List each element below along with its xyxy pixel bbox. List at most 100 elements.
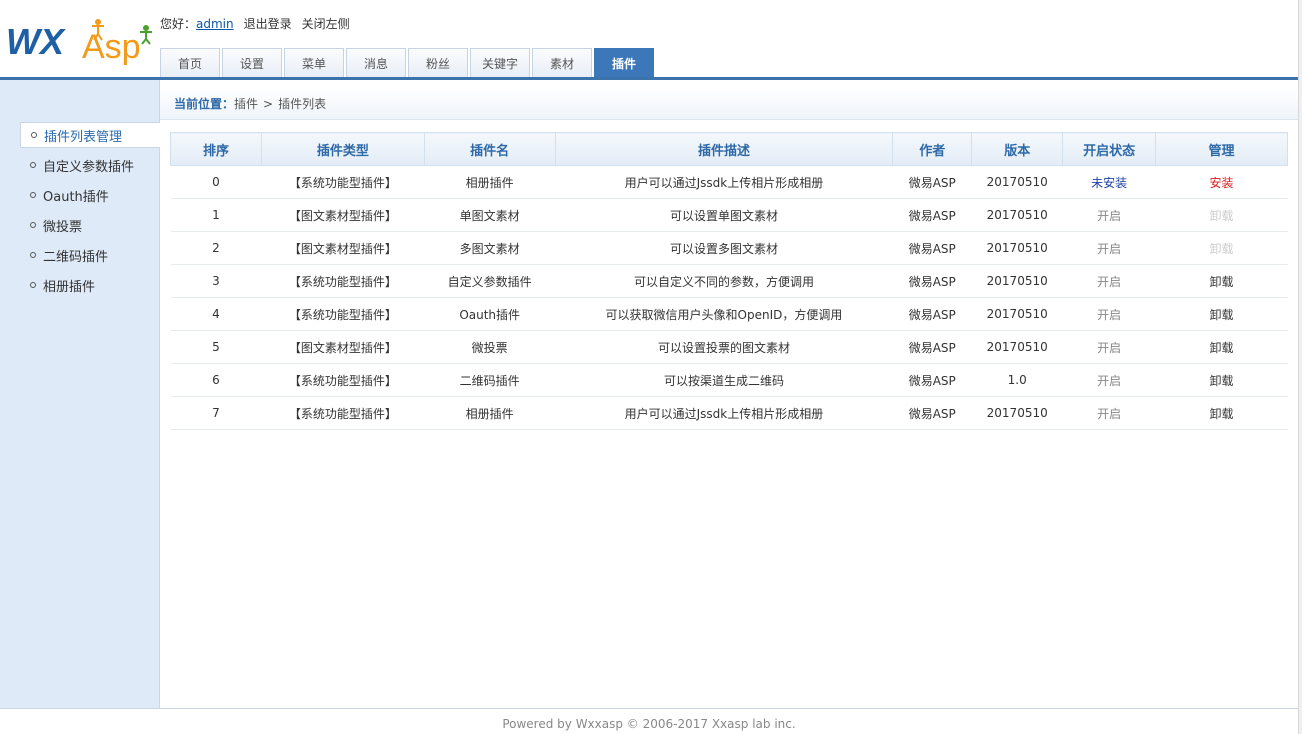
cell-version: 20170510 bbox=[971, 330, 1063, 364]
cell-status: 开启 bbox=[1062, 297, 1156, 331]
tab-menu[interactable]: 菜单 bbox=[284, 48, 344, 78]
close-left-link[interactable]: 关闭左侧 bbox=[302, 17, 350, 31]
cell-name: 微投票 bbox=[424, 330, 556, 364]
header: WX Asp 您好：admin 退出登录 关闭左侧 首页 设置 菜单 消息 粉丝 关… bbox=[0, 0, 1298, 80]
cell-type: 【系统功能型插件】 bbox=[261, 297, 425, 331]
cell-status: 开启 bbox=[1062, 198, 1156, 232]
cell-type: 【图文素材型插件】 bbox=[261, 330, 425, 364]
bullet-icon bbox=[30, 252, 36, 258]
bullet-icon bbox=[30, 192, 36, 198]
table-header-row: 排序 插件类型 插件名 插件描述 作者 版本 开启状态 管理 bbox=[170, 132, 1288, 166]
breadcrumb-plugins[interactable]: 插件 bbox=[234, 95, 258, 112]
uninstall-button[interactable]: 卸载 bbox=[1155, 363, 1288, 397]
greeting-label: 您好： bbox=[160, 17, 197, 31]
cell-status: 开启 bbox=[1062, 396, 1156, 430]
username-link[interactable]: admin bbox=[196, 17, 234, 31]
tab-plugins[interactable]: 插件 bbox=[594, 48, 654, 78]
cell-description: 可以设置多图文素材 bbox=[555, 231, 893, 265]
cell-author: 微易ASP bbox=[892, 396, 972, 430]
sidebar-item-vote[interactable]: 微投票 bbox=[20, 212, 160, 238]
cell-order: 2 bbox=[170, 231, 262, 265]
footer: Powered by Wxxasp © 2006-2017 Xxasp lab … bbox=[0, 708, 1298, 734]
tab-home[interactable]: 首页 bbox=[160, 48, 220, 78]
cell-order: 1 bbox=[170, 198, 262, 232]
cell-type: 【系统功能型插件】 bbox=[261, 165, 425, 199]
cell-type: 【系统功能型插件】 bbox=[261, 363, 425, 397]
cell-version: 20170510 bbox=[971, 396, 1063, 430]
cell-order: 6 bbox=[170, 363, 262, 397]
window-edge bbox=[1298, 0, 1302, 734]
sidebar-item-label: 插件列表管理 bbox=[44, 129, 123, 145]
cell-order: 0 bbox=[170, 165, 262, 199]
tab-keywords[interactable]: 关键字 bbox=[470, 48, 530, 78]
app-window: WX Asp 您好：admin 退出登录 关闭左侧 首页 设置 菜单 消息 粉丝 关… bbox=[0, 0, 1302, 734]
breadcrumb-label: 当前位置： bbox=[174, 97, 235, 111]
cell-author: 微易ASP bbox=[892, 165, 972, 199]
cell-status: 开启 bbox=[1062, 363, 1156, 397]
cell-status: 开启 bbox=[1062, 330, 1156, 364]
sidebar-item-custom-params[interactable]: 自定义参数插件 bbox=[20, 152, 160, 178]
table-row: 3 【系统功能型插件】 自定义参数插件 可以自定义不同的参数，方便调用 微易ASP 201… bbox=[170, 264, 1288, 298]
uninstall-button[interactable]: 卸载 bbox=[1155, 198, 1288, 232]
tab-fans[interactable]: 粉丝 bbox=[408, 48, 468, 78]
uninstall-button[interactable]: 卸载 bbox=[1155, 396, 1288, 430]
uninstall-button[interactable]: 卸载 bbox=[1155, 330, 1288, 364]
cell-author: 微易ASP bbox=[892, 297, 972, 331]
table-row: 7 【系统功能型插件】 相册插件 用户可以通过Jssdk上传相片形成相册 微易ASP 20… bbox=[170, 396, 1288, 430]
table-row: 1 【图文素材型插件】 单图文素材 可以设置单图文素材 微易ASP 20170510 开启卸… bbox=[170, 198, 1288, 232]
breadcrumb-plugin-list: 插件列表 bbox=[278, 97, 327, 111]
column-header-name: 插件名 bbox=[423, 132, 556, 166]
install-button[interactable]: 安装 bbox=[1155, 165, 1288, 199]
cell-name: Oauth插件 bbox=[424, 297, 556, 331]
logo-wx-text: WX bbox=[6, 21, 66, 62]
cell-status: 开启 bbox=[1062, 264, 1156, 298]
column-header-order: 排序 bbox=[170, 132, 262, 166]
cell-name: 多图文素材 bbox=[424, 231, 556, 265]
cell-description: 用户可以通过Jssdk上传相片形成相册 bbox=[555, 396, 893, 430]
cell-author: 微易ASP bbox=[892, 198, 972, 232]
cell-version: 1.0 bbox=[971, 363, 1063, 397]
cell-type: 【图文素材型插件】 bbox=[261, 231, 425, 265]
table-row: 2 【图文素材型插件】 多图文素材 可以设置多图文素材 微易ASP 20170510 开启卸… bbox=[170, 231, 1288, 265]
uninstall-button[interactable]: 卸载 bbox=[1155, 264, 1288, 298]
column-header-status: 开启状态 bbox=[1062, 132, 1157, 166]
table-row: 5 【图文素材型插件】 微投票 可以设置投票的图文素材 微易ASP 20170510 开启卸… bbox=[170, 330, 1288, 364]
tab-settings[interactable]: 设置 bbox=[222, 48, 282, 78]
sidebar-item-oauth[interactable]: Oauth插件 bbox=[20, 182, 160, 208]
sidebar-item-label: 自定义参数插件 bbox=[43, 159, 135, 175]
cell-description: 可以设置单图文素材 bbox=[555, 198, 893, 232]
cell-version: 20170510 bbox=[971, 297, 1063, 331]
cell-version: 20170510 bbox=[971, 198, 1063, 232]
tab-materials[interactable]: 素材 bbox=[532, 48, 592, 78]
column-header-type: 插件类型 bbox=[260, 132, 425, 166]
breadcrumb: 当前位置： 插件 > 插件列表 bbox=[160, 88, 1298, 120]
column-header-author: 作者 bbox=[892, 132, 973, 166]
cell-order: 3 bbox=[170, 264, 262, 298]
cell-name: 二维码插件 bbox=[424, 363, 556, 397]
sidebar-item-plugin-list[interactable]: 插件列表管理 bbox=[20, 122, 160, 148]
tab-messages[interactable]: 消息 bbox=[346, 48, 406, 78]
sidebar-item-label: 相册插件 bbox=[43, 279, 96, 295]
main-content: 当前位置： 插件 > 插件列表 排序 插件类型 插件名 插件描述 作者 版本 开… bbox=[160, 80, 1298, 708]
sidebar-item-label: Oauth插件 bbox=[43, 189, 109, 205]
logout-link[interactable]: 退出登录 bbox=[244, 17, 292, 31]
breadcrumb-separator: > bbox=[263, 96, 274, 111]
cell-description: 用户可以通过Jssdk上传相片形成相册 bbox=[555, 165, 893, 199]
cell-name: 相册插件 bbox=[424, 396, 556, 430]
sidebar: 插件列表管理 自定义参数插件 Oauth插件 微投票 二维码插件 相册插件 bbox=[0, 80, 160, 708]
sidebar-item-label: 二维码插件 bbox=[43, 249, 109, 265]
cell-name: 单图文素材 bbox=[424, 198, 556, 232]
cell-name: 相册插件 bbox=[424, 165, 556, 199]
cell-order: 5 bbox=[170, 330, 262, 364]
uninstall-button[interactable]: 卸载 bbox=[1155, 231, 1288, 265]
column-header-description: 插件描述 bbox=[554, 132, 894, 166]
userbar: 您好：admin 退出登录 关闭左侧 bbox=[160, 15, 360, 32]
cell-version: 20170510 bbox=[971, 165, 1063, 199]
sidebar-item-album[interactable]: 相册插件 bbox=[20, 272, 160, 298]
cell-version: 20170510 bbox=[971, 264, 1063, 298]
cell-author: 微易ASP bbox=[892, 231, 972, 265]
cell-name: 自定义参数插件 bbox=[424, 264, 556, 298]
table-row: 6 【系统功能型插件】 二维码插件 可以按渠道生成二维码 微易ASP 1.0 开启 卸载 bbox=[170, 363, 1288, 397]
sidebar-item-qrcode[interactable]: 二维码插件 bbox=[20, 242, 160, 268]
uninstall-button[interactable]: 卸载 bbox=[1155, 297, 1288, 331]
